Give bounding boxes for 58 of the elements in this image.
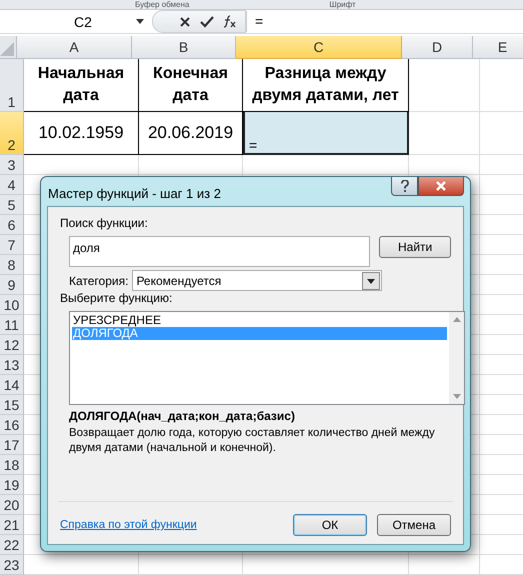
row-header[interactable]: 10	[0, 295, 24, 315]
function-signature: ДОЛЯГОДА(нач_дата;кон_дата;базис)	[69, 409, 296, 423]
row-header[interactable]: 15	[0, 395, 24, 415]
row-header[interactable]: 20	[0, 495, 24, 515]
function-description: Возвращает долю года, которую составляет количество дней между двумя датами (начальной и конечной).	[69, 426, 436, 456]
table-cell: Конечная дата	[139, 59, 243, 112]
search-label: Поиск функции:	[60, 216, 149, 230]
help-link[interactable]: Справка по этой функции	[60, 519, 197, 531]
close-icon	[435, 181, 447, 191]
row-header[interactable]: 22	[0, 535, 24, 555]
list-label: Выберите функцию:	[60, 291, 174, 305]
search-field[interactable]: доля	[69, 236, 370, 267]
table-cell: =	[243, 112, 409, 155]
category-label: Категория:	[69, 274, 128, 288]
row-header[interactable]: 8	[0, 255, 24, 275]
row-header[interactable]: 9	[0, 275, 24, 295]
row-header[interactable]: 14	[0, 375, 24, 395]
column-header[interactable]: C	[236, 36, 402, 59]
name-box[interactable]: C2	[0, 11, 152, 32]
row-header[interactable]: 16	[0, 415, 24, 435]
close-button[interactable]	[418, 177, 464, 196]
row-header[interactable]: 18	[0, 455, 24, 475]
row-header[interactable]: 23	[0, 555, 24, 575]
ok-button[interactable]: ОК	[293, 514, 367, 536]
check-icon[interactable]	[200, 16, 214, 28]
column-header[interactable]: B	[132, 36, 236, 59]
question-mark-icon	[400, 180, 410, 192]
table-cell: Начальная дата	[24, 59, 139, 112]
function-list-item[interactable]: УРЕЗСРЕДНЕЕ	[72, 314, 447, 327]
row-header[interactable]: 1	[0, 59, 24, 112]
find-button[interactable]: Найти	[379, 236, 451, 258]
caret-icon[interactable]	[136, 19, 144, 24]
row-header[interactable]: 17	[0, 435, 24, 455]
table-cell: 10.02.1959	[24, 112, 139, 155]
dropdown-arrow-icon[interactable]	[362, 272, 380, 290]
cancel-icon[interactable]	[179, 16, 191, 28]
row-header[interactable]: 5	[0, 195, 24, 215]
row-header[interactable]: 11	[0, 315, 24, 335]
formula-field[interactable]: =	[246, 11, 523, 32]
row-header[interactable]: 6	[0, 215, 24, 235]
row-header[interactable]: 19	[0, 475, 24, 495]
dialog-title: Мастер функций - шаг 1 из 2	[48, 186, 221, 201]
row-header[interactable]: 13	[0, 355, 24, 375]
ribbon-group-label: Шрифт	[329, 0, 356, 9]
column-header[interactable]: A	[17, 36, 132, 59]
column-header[interactable]: D	[402, 36, 473, 59]
row-header[interactable]: 3	[0, 155, 24, 175]
category-dropdown[interactable]: Рекомендуется	[132, 270, 382, 291]
cancel-button[interactable]: Отмена	[377, 514, 451, 536]
column-header[interactable]: E	[473, 36, 523, 59]
help-button[interactable]	[391, 177, 418, 196]
row-header[interactable]: 2	[0, 112, 24, 155]
function-icon[interactable]	[223, 15, 237, 28]
row-header[interactable]: 4	[0, 175, 24, 195]
ribbon-group-label: Буфер обмена	[135, 0, 190, 9]
row-header[interactable]: 7	[0, 235, 24, 255]
row-header[interactable]: 12	[0, 335, 24, 355]
row-header[interactable]: 21	[0, 515, 24, 535]
